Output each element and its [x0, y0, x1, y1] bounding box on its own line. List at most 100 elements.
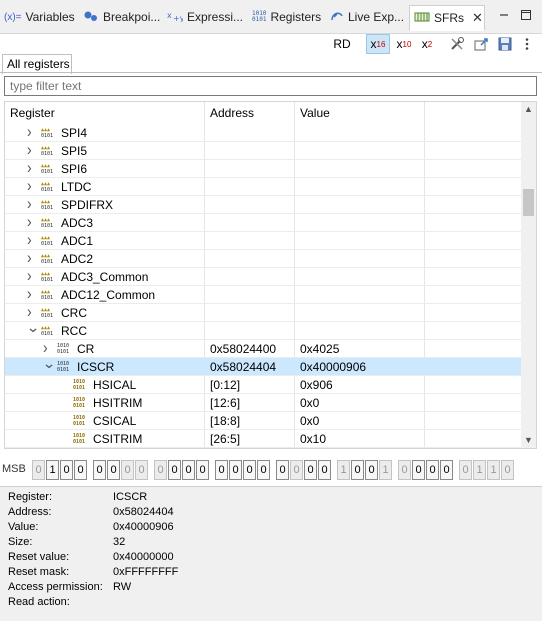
- bit-cell[interactable]: 0: [93, 460, 106, 480]
- chevron-right-icon[interactable]: ›: [27, 283, 37, 302]
- bit-cell[interactable]: 0: [398, 460, 411, 480]
- tab-expressions[interactable]: x +y Expressi...: [167, 5, 243, 29]
- bit-cell[interactable]: 0: [243, 460, 256, 480]
- export-icon[interactable]: [472, 34, 490, 54]
- table-row[interactable]: › ▲▲▲ 0101 SPI4: [5, 121, 523, 142]
- bit-cell[interactable]: 0: [74, 460, 87, 480]
- register-value[interactable]: 0x906: [300, 378, 333, 392]
- bit-cell[interactable]: 0: [121, 460, 134, 480]
- bit-cell[interactable]: 0: [365, 460, 378, 480]
- bit-cell[interactable]: 0: [304, 460, 317, 480]
- bit-cell[interactable]: 1: [379, 460, 392, 480]
- chevron-down-icon[interactable]: ⌄: [42, 355, 56, 372]
- chevron-right-icon[interactable]: ›: [27, 301, 37, 320]
- tab-all-registers[interactable]: All registers: [2, 54, 72, 74]
- bit-cell[interactable]: 0: [440, 460, 453, 480]
- chevron-right-icon[interactable]: ›: [27, 121, 37, 140]
- hex-format-button[interactable]: x 16: [366, 34, 390, 54]
- filter-input[interactable]: [4, 76, 537, 96]
- bit-cell[interactable]: 1: [46, 460, 59, 480]
- table-row[interactable]: ⌄ 1010 0101 ICSCR 0x58024404 0x40000906: [5, 355, 523, 376]
- bit-cell[interactable]: 0: [290, 460, 303, 480]
- bit-cell[interactable]: 0: [318, 460, 331, 480]
- bit-cell[interactable]: 1: [473, 460, 486, 480]
- tab-live-expressions[interactable]: Live Exp...: [330, 5, 404, 29]
- tab-variables[interactable]: (x)= Variables: [4, 5, 75, 29]
- bit-cell[interactable]: 0: [107, 460, 120, 480]
- table-row[interactable]: › ▲▲▲ 0101 ADC3: [5, 211, 523, 232]
- chevron-right-icon[interactable]: ›: [27, 211, 37, 230]
- bit-cell[interactable]: 0: [154, 460, 167, 480]
- chevron-down-icon[interactable]: ⌄: [26, 319, 40, 336]
- column-header-address[interactable]: Address: [210, 106, 254, 120]
- register-value[interactable]: 0x4025: [300, 342, 339, 356]
- dec-format-button[interactable]: x 10: [394, 34, 414, 54]
- chevron-right-icon[interactable]: ›: [43, 337, 53, 356]
- tab-breakpoints[interactable]: Breakpoi...: [83, 5, 160, 29]
- close-icon[interactable]: ✕: [472, 10, 483, 26]
- table-row[interactable]: › ▲▲▲ 0101 LTDC: [5, 175, 523, 196]
- column-header-value[interactable]: Value: [300, 106, 330, 120]
- bit-cell[interactable]: 0: [351, 460, 364, 480]
- table-row[interactable]: › ▲▲▲ 0101 ADC2: [5, 247, 523, 268]
- bit-cell[interactable]: 0: [168, 460, 181, 480]
- register-name: CSITRIM: [93, 432, 143, 446]
- maximize-icon[interactable]: [518, 7, 534, 23]
- bit-cell[interactable]: 0: [32, 460, 45, 480]
- chevron-right-icon[interactable]: ›: [27, 265, 37, 284]
- breakpoints-icon: [83, 10, 99, 25]
- read-button[interactable]: RD: [331, 34, 353, 54]
- view-menu-icon[interactable]: [518, 34, 536, 54]
- bit-cell[interactable]: 0: [215, 460, 228, 480]
- table-row[interactable]: 1010 0101 HSICAL [0:12] 0x906: [5, 376, 523, 394]
- tab-sfrs[interactable]: SFRs ✕: [409, 5, 485, 31]
- bit-cell[interactable]: 0: [426, 460, 439, 480]
- register-value[interactable]: 0x0: [300, 396, 319, 410]
- chevron-right-icon[interactable]: ›: [27, 175, 37, 194]
- column-header-register[interactable]: Register: [10, 106, 55, 120]
- table-row[interactable]: › ▲▲▲ 0101 ADC1: [5, 229, 523, 250]
- bit-cell[interactable]: 1: [487, 460, 500, 480]
- bit-cell[interactable]: 0: [257, 460, 270, 480]
- table-row[interactable]: › ▲▲▲ 0101 SPI5: [5, 139, 523, 160]
- table-row[interactable]: › ▲▲▲ 0101 ADC3_Common: [5, 265, 523, 286]
- bit-cell[interactable]: 0: [182, 460, 195, 480]
- table-row[interactable]: › ▲▲▲ 0101 SPDIFRX: [5, 193, 523, 214]
- bit-cell[interactable]: 0: [135, 460, 148, 480]
- bin-format-button[interactable]: x2: [418, 34, 436, 54]
- bit-cell[interactable]: 0: [276, 460, 289, 480]
- bit-cell[interactable]: 0: [60, 460, 73, 480]
- register-value[interactable]: 0x10: [300, 432, 326, 446]
- bit-cell[interactable]: 0: [412, 460, 425, 480]
- scroll-down-icon[interactable]: ▼: [521, 433, 536, 448]
- table-row[interactable]: › ▲▲▲ 0101 SPI6: [5, 157, 523, 178]
- table-row[interactable]: 1010 0101 HSITRIM [12:6] 0x0: [5, 394, 523, 412]
- bit-cell[interactable]: 0: [501, 460, 514, 480]
- bit-cell[interactable]: 0: [459, 460, 472, 480]
- table-row[interactable]: 1010 0101 CSICAL [18:8] 0x0: [5, 412, 523, 430]
- register-name: CSICAL: [93, 414, 137, 428]
- table-row[interactable]: › ▲▲▲ 0101 ADC12_Common: [5, 283, 523, 304]
- save-icon[interactable]: [496, 34, 514, 54]
- register-name: HSITRIM: [93, 396, 143, 410]
- chevron-right-icon[interactable]: ›: [27, 229, 37, 248]
- scroll-thumb[interactable]: [523, 189, 534, 216]
- chevron-right-icon[interactable]: ›: [27, 157, 37, 176]
- minimize-icon[interactable]: [496, 7, 512, 23]
- configure-icon[interactable]: [448, 34, 466, 54]
- register-value[interactable]: 0x40000906: [300, 360, 366, 374]
- table-row[interactable]: ⌄ ▲▲▲ 0101 RCC: [5, 319, 523, 340]
- scroll-up-icon[interactable]: ▲: [521, 102, 536, 117]
- bit-cell[interactable]: 1: [337, 460, 350, 480]
- tab-registers[interactable]: 1010 0101 Registers: [252, 5, 321, 29]
- chevron-right-icon[interactable]: ›: [27, 247, 37, 266]
- bit-cell[interactable]: 0: [229, 460, 242, 480]
- chevron-right-icon[interactable]: ›: [27, 193, 37, 212]
- register-value[interactable]: 0x0: [300, 414, 319, 428]
- table-row[interactable]: 1010 0101 CSITRIM [26:5] 0x10: [5, 430, 523, 448]
- chevron-right-icon[interactable]: ›: [27, 139, 37, 158]
- table-row[interactable]: › ▲▲▲ 0101 CRC: [5, 301, 523, 322]
- table-row[interactable]: › 1010 0101 CR 0x58024400 0x4025: [5, 337, 523, 358]
- vertical-scrollbar[interactable]: ▲ ▼: [521, 102, 536, 448]
- bit-cell[interactable]: 0: [196, 460, 209, 480]
